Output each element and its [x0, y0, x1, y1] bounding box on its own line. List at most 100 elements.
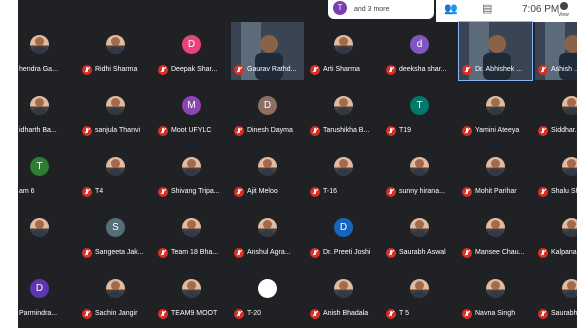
participant-name: Gaurav Rathd...	[247, 66, 297, 73]
participant-name: Sachin Jangir	[95, 310, 138, 317]
participant-name: Arti Sharma	[323, 66, 360, 73]
participant-avatar	[30, 218, 49, 237]
participant-avatar: D	[258, 96, 277, 115]
join-notification[interactable]: T and 3 more	[328, 0, 434, 19]
participant-avatar	[258, 218, 277, 237]
participant-name: Saurabh Aswal	[399, 249, 446, 256]
mic-off-icon	[82, 248, 92, 258]
mic-off-icon	[386, 248, 396, 258]
participant-name: Shivang Tripa...	[171, 188, 220, 195]
mic-off-icon	[234, 187, 244, 197]
participant-name: Shalu Sh...	[551, 188, 577, 195]
participant-tile[interactable]: TEAM9 MOOT	[155, 266, 228, 324]
participant-avatar: D	[334, 218, 353, 237]
participant-tile[interactable]: T 5	[383, 266, 456, 324]
participant-avatar	[106, 279, 125, 298]
mic-off-icon	[82, 187, 92, 197]
participant-tile[interactable]: T4	[79, 144, 152, 202]
view-icon[interactable]	[560, 2, 568, 10]
participant-name: T 5	[399, 310, 409, 317]
notification-text: and 3 more	[354, 6, 390, 13]
participant-name: Saurabh...	[551, 310, 577, 317]
participant-avatar	[486, 279, 505, 298]
participant-tile[interactable]: idharth Ba...	[18, 83, 76, 141]
participant-avatar	[410, 157, 429, 176]
participant-tile[interactable]: Dr. Abhishek ...	[458, 21, 533, 81]
mic-off-icon	[462, 65, 472, 75]
top-bar: T and 3 more 👥 ▤ 7:06 PM View	[18, 0, 577, 22]
participant-tile[interactable]: T T19	[383, 83, 456, 141]
mic-off-icon	[462, 309, 472, 319]
participant-tile[interactable]: hendra Ga...	[18, 22, 76, 80]
participant-tile[interactable]: D Dr. Preeti Joshi	[307, 205, 380, 263]
participant-avatar	[30, 35, 49, 54]
participant-tile[interactable]: d deeksha shar...	[383, 22, 456, 80]
participant-tile[interactable]: S Sangeeta Jak...	[79, 205, 152, 263]
participant-tile[interactable]: sanjula Thanvi	[79, 83, 152, 141]
mic-off-icon	[158, 248, 168, 258]
participant-name: Siddhar...	[551, 127, 577, 134]
participant-tile[interactable]: Ashish ...	[535, 22, 577, 80]
participant-tile[interactable]: Ajit Meloo	[231, 144, 304, 202]
participant-avatar	[562, 157, 577, 176]
participant-tile[interactable]: Gaurav Rathd...	[231, 22, 304, 80]
participant-tile[interactable]: Mohit Parihar	[459, 144, 532, 202]
participant-tile[interactable]: D Dinesh Dayma	[231, 83, 304, 141]
participant-tile[interactable]: Yamini Ateeya	[459, 83, 532, 141]
participant-tile[interactable]: Kalpana...	[535, 205, 577, 263]
participant-tile[interactable]: Navna Singh	[459, 266, 532, 324]
participant-avatar	[562, 218, 577, 237]
participant-name: Kalpana...	[551, 249, 577, 256]
participant-name: sunny hirana...	[399, 188, 445, 195]
participant-name: Moot UFYLC	[171, 127, 212, 134]
mic-off-icon	[310, 187, 320, 197]
participant-name: sanjula Thanvi	[95, 127, 141, 134]
mic-off-icon	[310, 248, 320, 258]
participant-tile[interactable]: Team 18 Bha...	[155, 205, 228, 263]
participant-avatar	[486, 218, 505, 237]
participant-name: Dinesh Dayma	[247, 127, 293, 134]
participant-tile[interactable]: Mansee Chau...	[459, 205, 532, 263]
mic-off-icon	[462, 126, 472, 136]
participant-tile[interactable]: Saurabh...	[535, 266, 577, 324]
participant-tile[interactable]: Sachin Jangir	[79, 266, 152, 324]
participant-name: Dr. Preeti Joshi	[323, 249, 371, 256]
participant-tile[interactable]: M Moot UFYLC	[155, 83, 228, 141]
participant-tile[interactable]: sunny hirana...	[383, 144, 456, 202]
mic-off-icon	[538, 126, 548, 136]
participant-name: Dr. Abhishek ...	[475, 66, 523, 73]
participant-name: T-20	[247, 310, 262, 317]
mic-off-icon	[234, 126, 244, 136]
participant-tile[interactable]: Tarushikha B...	[307, 83, 380, 141]
participant-avatar	[486, 157, 505, 176]
participant-avatar: D	[30, 279, 49, 298]
participant-name: Sangeeta Jak...	[95, 249, 144, 256]
participant-tile[interactable]: Tam 6	[18, 144, 76, 202]
participant-tile[interactable]: Shalu Sh...	[535, 144, 577, 202]
mic-off-icon	[538, 65, 548, 75]
participant-name: Ajit Meloo	[247, 188, 278, 195]
people-icon[interactable]: 👥	[444, 2, 458, 15]
participant-avatar	[334, 157, 353, 176]
mic-off-icon	[386, 187, 396, 197]
participant-avatar: S	[106, 218, 125, 237]
participant-tile[interactable]: Anish Bhadala	[307, 266, 380, 324]
participant-name: Deepak Shar...	[171, 66, 218, 73]
participant-tile[interactable]: Ridhi Sharma	[79, 22, 152, 80]
mic-off-icon	[538, 309, 548, 319]
participant-tile[interactable]	[18, 205, 76, 263]
participant-tile[interactable]: Saurabh Aswal	[383, 205, 456, 263]
participant-name: idharth Ba...	[19, 127, 57, 134]
mic-off-icon	[82, 65, 92, 75]
chat-icon[interactable]: ▤	[482, 2, 492, 15]
participant-tile[interactable]: Anshul Agra...	[231, 205, 304, 263]
participant-avatar	[410, 218, 429, 237]
participant-tile[interactable]: T-16	[307, 144, 380, 202]
participant-tile[interactable]: Arti Sharma	[307, 22, 380, 80]
participant-tile[interactable]: Siddhar...	[535, 83, 577, 141]
participant-name: T-16	[323, 188, 338, 195]
participant-tile[interactable]: T-20	[231, 266, 304, 324]
participant-tile[interactable]: D Deepak Shar...	[155, 22, 228, 80]
participant-tile[interactable]: Shivang Tripa...	[155, 144, 228, 202]
participant-tile[interactable]: D Parmindra...	[18, 266, 76, 324]
